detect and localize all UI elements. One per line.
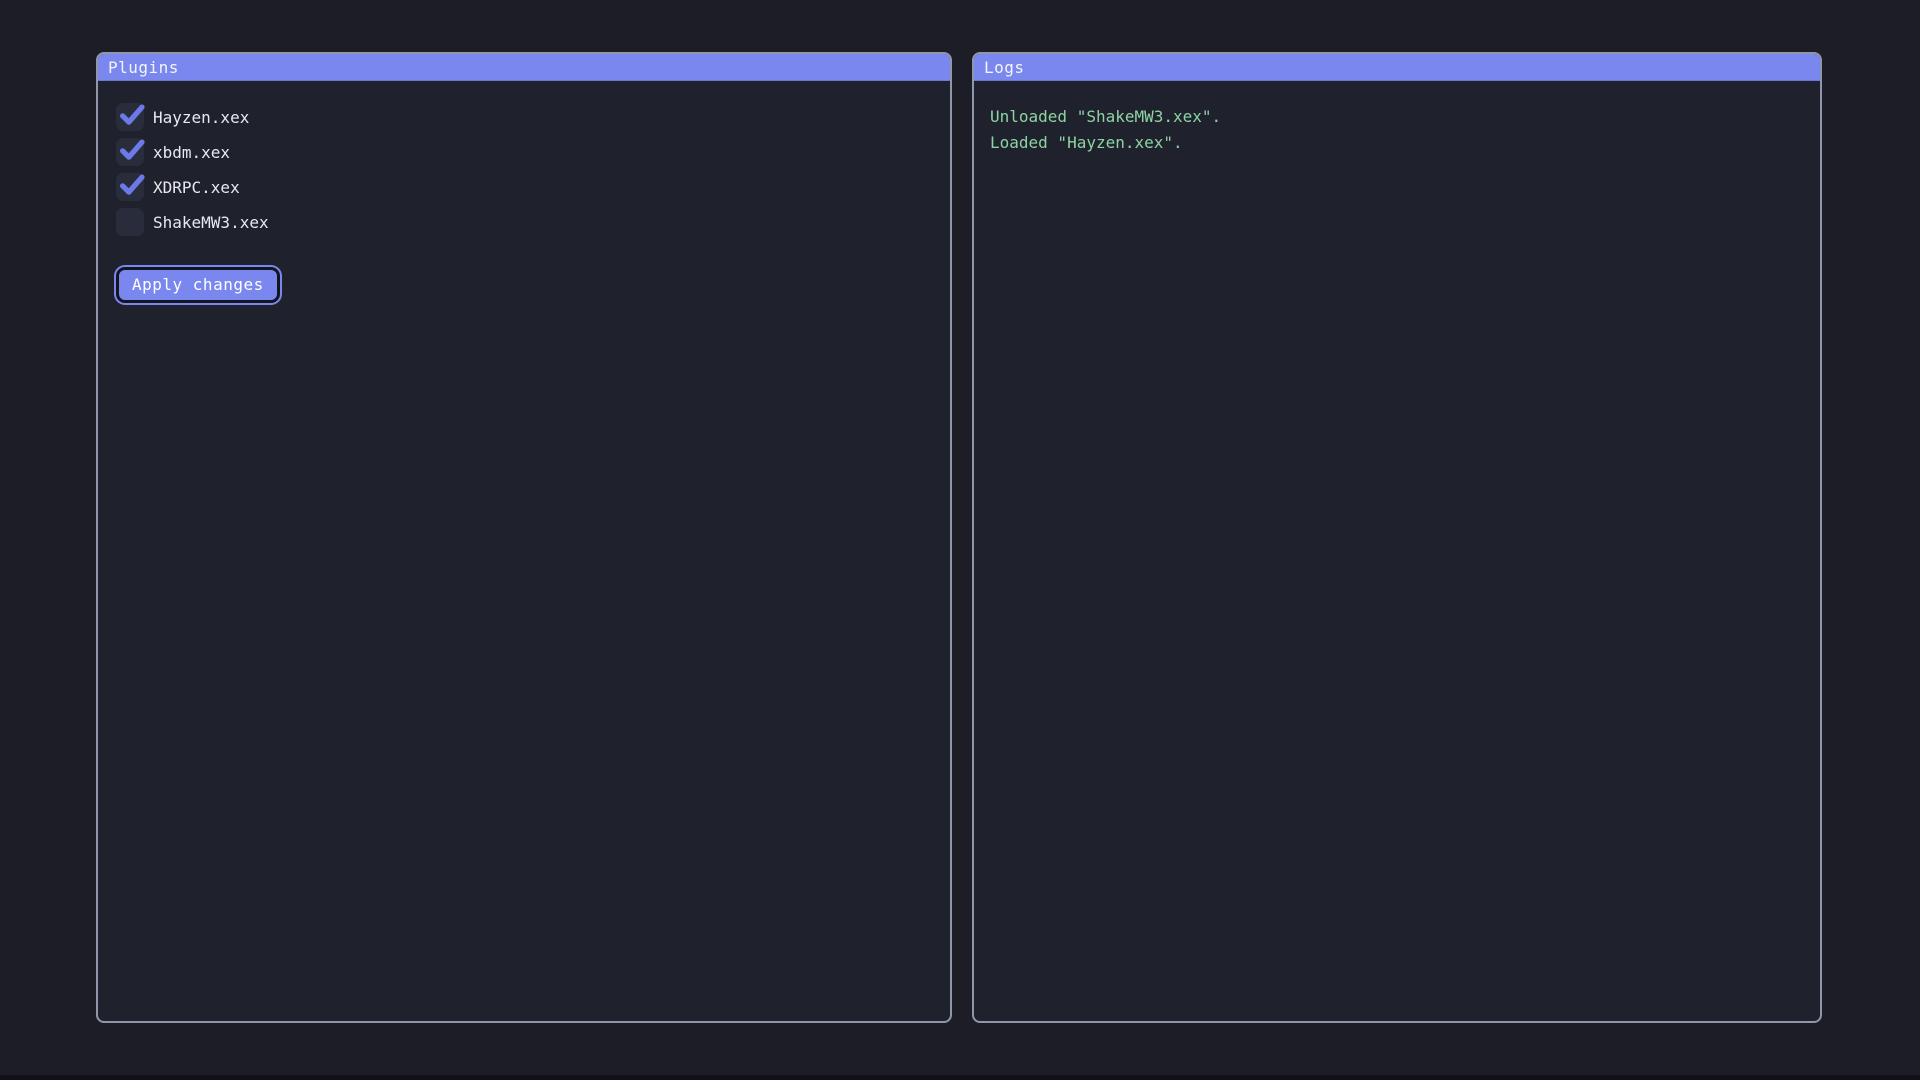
plugin-row: Hayzen.xex <box>116 103 932 131</box>
plugin-label: xbdm.xex <box>153 143 230 162</box>
log-output: Unloaded "ShakeMW3.xex".Loaded "Hayzen.x… <box>974 81 1820 179</box>
log-line: Loaded "Hayzen.xex". <box>990 130 1804 156</box>
plugin-row: XDRPC.xex <box>116 173 932 201</box>
checkbox-checked[interactable] <box>116 103 144 131</box>
plugin-list: Hayzen.xex xbdm.xex XDRPC.xex ShakeMW3.xex <box>116 103 932 236</box>
plugin-label: ShakeMW3.xex <box>153 213 269 232</box>
plugin-row: xbdm.xex <box>116 138 932 166</box>
checkbox-unchecked[interactable] <box>116 208 144 236</box>
plugins-panel: Plugins Hayzen.xex xbdm.xex XDRPC.xex Shake… <box>96 52 952 1023</box>
checkbox-checked[interactable] <box>116 173 144 201</box>
checkbox-checked[interactable] <box>116 138 144 166</box>
log-list: Unloaded "ShakeMW3.xex".Loaded "Hayzen.x… <box>990 104 1804 156</box>
apply-changes-button[interactable]: Apply changes <box>116 267 280 303</box>
checkmark-icon <box>117 169 147 199</box>
plugin-label: XDRPC.xex <box>153 178 240 197</box>
bottom-edge-strip <box>0 1075 1920 1080</box>
logs-panel: Logs Unloaded "ShakeMW3.xex".Loaded "Hay… <box>972 52 1822 1023</box>
logs-panel-header: Logs <box>974 54 1820 81</box>
checkmark-icon <box>117 99 147 129</box>
plugins-panel-header: Plugins <box>98 54 950 81</box>
log-line: Unloaded "ShakeMW3.xex". <box>990 104 1804 130</box>
plugin-row: ShakeMW3.xex <box>116 208 932 236</box>
plugin-label: Hayzen.xex <box>153 108 249 127</box>
checkmark-icon <box>117 134 147 164</box>
